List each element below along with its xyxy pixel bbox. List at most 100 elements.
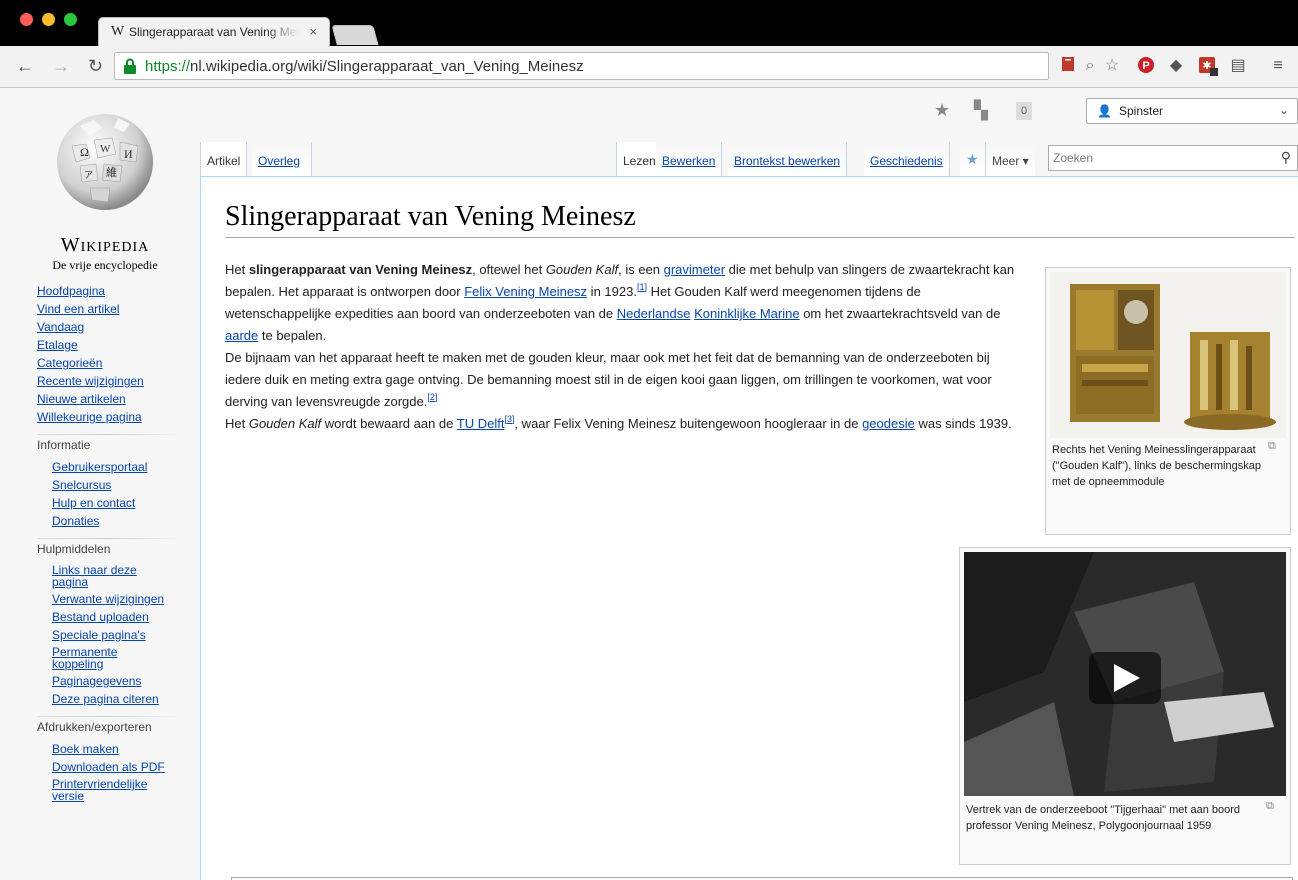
browser-chrome: W Slingerapparaat van Vening Meinesz × ←… [0, 0, 1298, 88]
bookmark-star-icon[interactable]: ☆ [1102, 56, 1122, 76]
portal-heading-informatie[interactable]: Informatie [37, 438, 90, 452]
sidebar-item-gebruikersportaal[interactable]: Gebruikersportaal [52, 460, 147, 474]
sidebar-item-boek-maken[interactable]: Boek maken [52, 742, 119, 756]
tab-meer[interactable]: Meer ▾ [986, 142, 1035, 177]
portal-heading-afdrukken[interactable]: Afdrukken/exporteren [37, 720, 152, 734]
tab-overleg[interactable]: Overleg [252, 142, 312, 177]
sidebar-item-recente-wijzigingen[interactable]: Recente wijzigingen [37, 374, 144, 388]
window-minimize-button[interactable] [42, 13, 55, 26]
svg-text:維: 維 [106, 166, 117, 179]
sidebar-item-snelcursus[interactable]: Snelcursus [52, 478, 111, 492]
text: , waar Felix Vening Meinesz buitengewoon… [514, 416, 863, 431]
tab-close-icon[interactable]: × [309, 24, 317, 39]
sidebar-item-speciale-paginas[interactable]: Speciale pagina's [52, 628, 146, 642]
sidebar-item-willekeurige-pagina[interactable]: Willekeurige pagina [37, 410, 142, 424]
link-geodesie[interactable]: geodesie [862, 416, 915, 431]
reference-1[interactable]: [1] [637, 282, 647, 292]
reference-3[interactable]: [3] [504, 414, 514, 424]
sidebar-item-etalage[interactable]: Etalage [37, 338, 78, 352]
sidebar-item-pagina-citeren[interactable]: Deze pagina citeren [52, 692, 159, 706]
window-maximize-button[interactable] [64, 13, 77, 26]
reader-icon[interactable]: ▤ [1228, 56, 1248, 76]
window-close-button[interactable] [20, 13, 33, 26]
notification-count-badge[interactable]: 0 [1016, 102, 1032, 120]
watch-star-icon[interactable]: ★ [960, 142, 986, 177]
sidebar-item-links-naar-deze-pagina[interactable]: Links naar deze pagina [52, 564, 152, 588]
sidebar-item-categorieen[interactable]: Categorieën [37, 356, 102, 370]
text: was sinds 1939. [914, 416, 1012, 431]
evernote-icon[interactable]: ◆ [1166, 56, 1186, 76]
user-dropdown[interactable]: 👤 Spinster ⌄ [1086, 98, 1298, 124]
tab-geschiedenis[interactable]: Geschiedenis [864, 142, 950, 177]
text: in 1923. [587, 284, 637, 299]
echo-icon[interactable]: ▚ [974, 100, 988, 121]
browser-tab-active[interactable]: W Slingerapparaat van Vening Meinesz × [98, 17, 330, 46]
sidebar-item-downloaden-pdf[interactable]: Downloaden als PDF [52, 760, 165, 774]
menu-icon[interactable]: ≡ [1268, 56, 1288, 76]
sidebar-item-donaties[interactable]: Donaties [52, 514, 99, 528]
wikipedia-globe-icon: Ω W И 維 ア [57, 114, 153, 210]
reference-2[interactable]: [2] [427, 392, 437, 402]
sidebar-item-hulp-contact[interactable]: Hulp en contact [52, 496, 135, 510]
sidebar-item-vandaag[interactable]: Vandaag [37, 320, 84, 334]
link-koninklijke-marine[interactable]: Koninklijke Marine [694, 306, 800, 321]
svg-text:ア: ア [84, 170, 93, 180]
link-tu-delft[interactable]: TU Delft [457, 416, 505, 431]
sidebar-item-paginagegevens[interactable]: Paginagegevens [52, 674, 141, 688]
text: De bijnaam van het apparaat heeft te mak… [225, 350, 992, 409]
url-scheme: https:// [145, 58, 191, 75]
search-input[interactable] [1053, 149, 1273, 167]
url-path: nl.wikipedia.org/wiki/Slingerapparaat_va… [190, 58, 584, 75]
svg-text:P: P [1142, 60, 1149, 72]
sidebar-item-verwante-wijzigingen[interactable]: Verwante wijzigingen [52, 592, 164, 606]
figure-gouden-kalf: ⧉ Rechts het Vening Meinesslingerapparaa… [1045, 267, 1291, 535]
sidebar-item-bestand-uploaden[interactable]: Bestand uploaden [52, 610, 149, 624]
link-aarde[interactable]: aarde [225, 328, 258, 343]
gouden-kalf-photo[interactable] [1050, 272, 1286, 438]
pinterest-icon[interactable]: P [1136, 56, 1156, 76]
personal-tools: ★ ▚ 0 👤 Spinster ⌄ [878, 98, 1298, 124]
wikipedia-logo[interactable]: Ω W И 維 ア Wikipedia De vrije encyclopedi… [40, 106, 180, 272]
address-bar[interactable]: https://nl.wikipedia.org/wiki/Slingerapp… [114, 52, 1049, 80]
wikipedia-tagline: De vrije encyclopedie [52, 258, 158, 272]
tab-bewerken[interactable]: Bewerken [656, 142, 723, 177]
text: , oftewel het [472, 262, 546, 277]
tab-strip: W Slingerapparaat van Vening Meinesz × [0, 0, 1298, 46]
reload-icon[interactable]: ↻ [88, 55, 103, 77]
tab-artikel[interactable]: Artikel [200, 142, 248, 177]
link-gravimeter[interactable]: gravimeter [664, 262, 725, 277]
readinglist-icon[interactable] [1058, 56, 1078, 76]
svg-text:W: W [100, 143, 111, 155]
zoom-search-icon[interactable]: ⌕ [1080, 56, 1100, 76]
link-nederlandse[interactable]: Nederlandse [617, 306, 691, 321]
figure-video-tijgerhaai: ⧉ Vertrek van de onderzeeboot "Tijgerhaa… [959, 547, 1291, 865]
search-icon[interactable]: ⚲ [1281, 149, 1291, 166]
forward-arrow-icon[interactable]: → [52, 55, 70, 77]
back-arrow-icon[interactable]: ← [16, 55, 34, 77]
extension-badge-icon[interactable]: ✱ [1198, 56, 1218, 76]
portal-heading-hulpmiddelen[interactable]: Hulpmiddelen [37, 542, 110, 556]
new-tab-button[interactable] [331, 25, 379, 45]
portal-divider [37, 716, 182, 717]
italic-term: Gouden Kalf [545, 262, 619, 277]
sidebar-item-hoofdpagina[interactable]: Hoofdpagina [37, 284, 105, 298]
watchlist-star-icon[interactable]: ★ [934, 100, 950, 121]
video-player[interactable] [964, 552, 1286, 796]
video-caption: Vertrek van de onderzeeboot "Tijgerhaai"… [966, 804, 1241, 832]
text: , is een [618, 262, 664, 277]
wikipedia-favicon-icon: W [111, 24, 125, 39]
sidebar-item-printervriendelijke-versie[interactable]: Printervriendelijke versie [52, 778, 162, 802]
paragraph-1: Het slingerapparaat van Vening Meinesz, … [225, 259, 1025, 347]
magnify-icon[interactable]: ⧉ [1268, 440, 1276, 453]
tab-brontekst-bewerken[interactable]: Brontekst bewerken [728, 142, 848, 177]
sidebar-item-nieuwe-artikelen[interactable]: Nieuwe artikelen [37, 392, 126, 406]
sidebar-item-vind-artikel[interactable]: Vind een artikel [37, 302, 120, 316]
link-felix-vening-meinesz[interactable]: Felix Vening Meinesz [464, 284, 587, 299]
paragraph-3: Het Gouden Kalf wordt bewaard aan de TU … [225, 413, 1025, 435]
page-title: Slingerapparaat van Vening Meinesz [225, 201, 1295, 238]
username: Spinster [1119, 104, 1164, 118]
sidebar-item-permanente-koppeling[interactable]: Permanente koppeling [52, 646, 132, 670]
figure-caption: Rechts het Vening Meinesslingerapparaat … [1052, 444, 1261, 488]
text: wordt bewaard aan de [321, 416, 457, 431]
lock-icon [124, 58, 136, 74]
